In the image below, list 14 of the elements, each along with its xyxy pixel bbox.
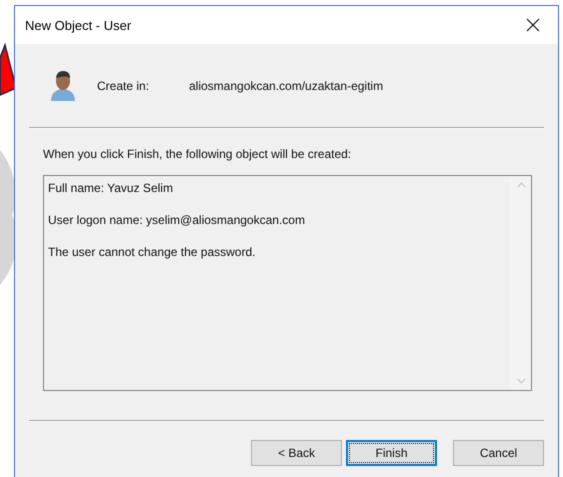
dialog-button[interactable]: < Back	[251, 440, 342, 466]
summary-line: User logon name: yselim@aliosmangokcan.com	[48, 212, 306, 229]
dialog-button[interactable]: Cancel	[453, 440, 544, 466]
scroll-down-icon	[516, 378, 526, 384]
create-in-label: Create in:	[97, 78, 150, 92]
summary-intro: When you click Finish, the following object will be created:	[43, 147, 352, 161]
summary-line: Full name: Yavuz Selim	[48, 180, 174, 197]
close-icon	[526, 18, 540, 32]
window-title: New Object - User	[25, 18, 132, 32]
scroll-up-icon	[516, 182, 526, 188]
user-icon	[49, 70, 77, 102]
container-path: aliosmangokcan.com/uzaktan-egitim	[189, 78, 384, 92]
summary-line: The user cannot change the password.	[48, 244, 256, 261]
dialog-button[interactable]: Finish	[346, 440, 437, 466]
